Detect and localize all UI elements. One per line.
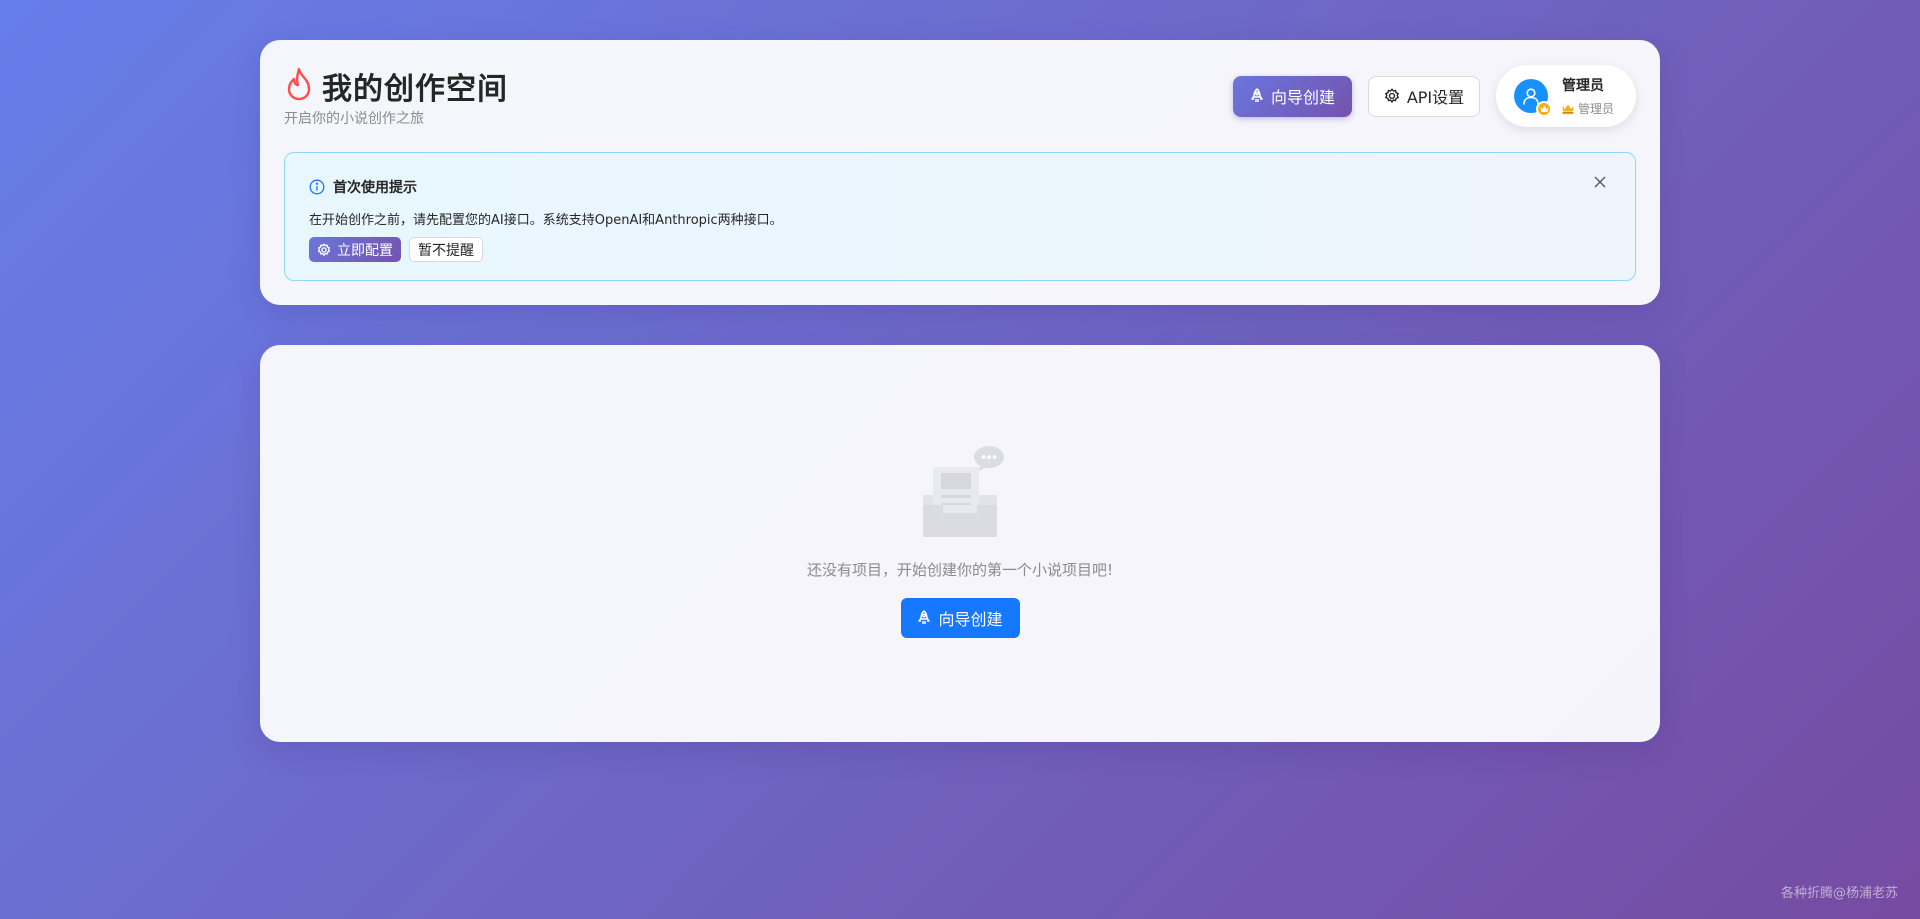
- api-settings-label: API设置: [1406, 88, 1465, 107]
- wizard-create-button[interactable]: 向导创建: [1233, 75, 1352, 117]
- notice-title: 首次使用提示: [333, 180, 417, 196]
- fire-icon: [284, 67, 322, 105]
- header-card: 我的创作空间 开启你的小说创作之旅 向导创建 API设置 管理员 管理员 首次使…: [260, 40, 1660, 305]
- dismiss-label: 暂不提醒: [418, 242, 474, 259]
- user-info: 管理员 管理员: [1562, 75, 1614, 117]
- empty-inbox-icon: [923, 446, 1004, 537]
- watermark: 各种折腾@杨浦老苏: [1780, 886, 1898, 901]
- notice-title-row: 首次使用提示: [309, 177, 417, 197]
- wizard-create-label: 向导创建: [1270, 88, 1335, 107]
- crown-icon: [1562, 104, 1574, 114]
- user-menu[interactable]: 管理员 管理员: [1496, 65, 1636, 127]
- dismiss-button[interactable]: 暂不提醒: [409, 237, 483, 262]
- api-settings-button[interactable]: API设置: [1368, 75, 1480, 117]
- notice-text: 在开始创作之前，请先配置您的AI接口。系统支持OpenAI和Anthropic两…: [309, 213, 783, 228]
- page-title: 我的创作空间: [322, 72, 508, 107]
- close-icon: [1594, 176, 1606, 188]
- notice-actions: 立即配置 暂不提醒: [309, 237, 483, 262]
- info-circle-icon: [309, 179, 325, 195]
- empty-state: 还没有项目，开始创建你的第一个小说项目吧! 向导创建: [260, 445, 1660, 638]
- user-name: 管理员: [1562, 78, 1604, 94]
- crown-icon: [1540, 105, 1548, 112]
- page-subtitle: 开启你的小说创作之旅: [284, 111, 424, 127]
- user-role-label: 管理员: [1578, 102, 1615, 116]
- rocket-icon: [918, 610, 931, 624]
- header-toolbar: 向导创建 API设置 管理员 管理员: [1233, 65, 1636, 127]
- rocket-icon: [1251, 88, 1263, 102]
- configure-now-button[interactable]: 立即配置: [309, 237, 401, 262]
- gear-icon: [1384, 88, 1399, 103]
- configure-now-label: 立即配置: [337, 242, 393, 259]
- user-role: 管理员: [1562, 100, 1614, 117]
- project-list-card: 还没有项目，开始创建你的第一个小说项目吧! 向导创建: [260, 345, 1660, 742]
- empty-wizard-create-label: 向导创建: [938, 610, 1003, 629]
- avatar: [1514, 79, 1552, 117]
- notice-close-button[interactable]: [1589, 171, 1611, 193]
- gear-icon: [317, 242, 331, 256]
- crown-badge: [1536, 101, 1552, 117]
- empty-state-text: 还没有项目，开始创建你的第一个小说项目吧!: [806, 561, 1113, 579]
- empty-wizard-create-button[interactable]: 向导创建: [900, 598, 1020, 638]
- title-row: 我的创作空间: [284, 64, 508, 108]
- first-use-notice: 首次使用提示 在开始创作之前，请先配置您的AI接口。系统支持OpenAI和Ant…: [284, 152, 1636, 281]
